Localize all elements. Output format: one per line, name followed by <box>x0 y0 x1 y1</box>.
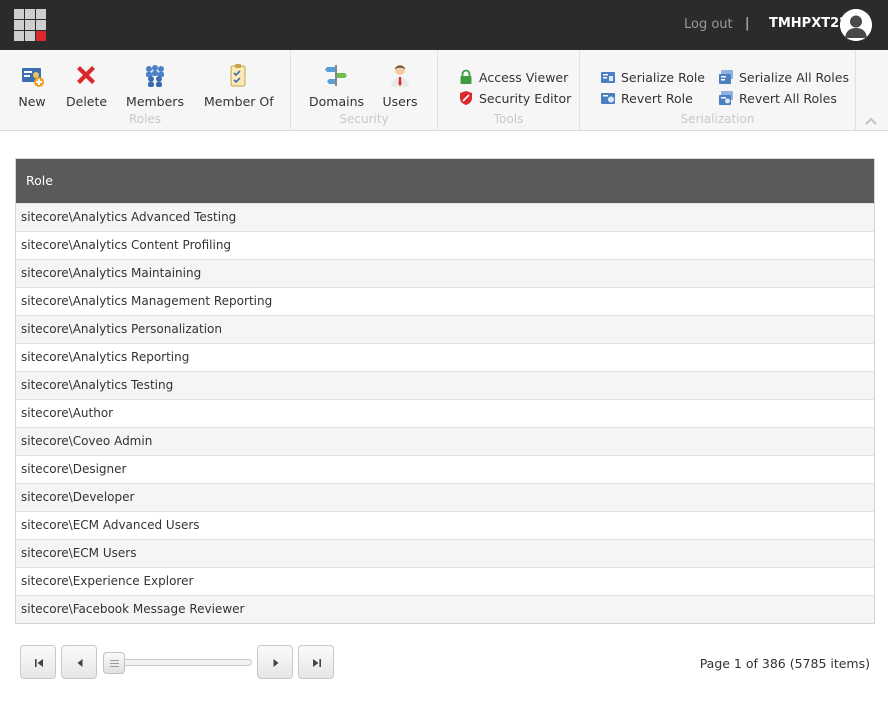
table-row[interactable]: sitecore\Analytics Management Reporting <box>16 287 874 315</box>
avatar-icon[interactable] <box>840 9 872 41</box>
member-of-button[interactable]: Member Of <box>204 62 274 109</box>
page-slider-thumb[interactable] <box>103 652 125 674</box>
member-of-label: Member Of <box>204 94 274 109</box>
revert-all-icon <box>719 91 733 105</box>
launchpad-icon[interactable] <box>14 9 46 41</box>
table-row[interactable]: sitecore\Facebook Message Reviewer <box>16 595 874 623</box>
table-row[interactable]: sitecore\Analytics Reporting <box>16 343 874 371</box>
serialize-icon <box>601 72 615 83</box>
users-icon <box>391 65 409 87</box>
ribbon-group-serialization: Serialize Role Revert Role Serialize All… <box>580 50 856 130</box>
new-label: New <box>18 94 46 109</box>
first-page-icon <box>35 659 43 667</box>
table-row[interactable]: sitecore\Experience Explorer <box>16 567 874 595</box>
security-editor-label: Security Editor <box>479 90 572 106</box>
next-page-icon <box>273 659 279 667</box>
domains-label: Domains <box>309 94 365 109</box>
collapse-chevron-icon[interactable] <box>864 116 878 126</box>
ribbon: New Delete Members Member Of Roles Domai… <box>0 50 888 131</box>
roles-table: Role sitecore\Analytics Advanced Testing… <box>15 158 875 624</box>
users-button[interactable]: Users <box>381 62 419 109</box>
revert-all-roles-label: Revert All Roles <box>739 90 837 106</box>
prev-page-button[interactable] <box>61 645 97 679</box>
top-bar: Log out | TMHPXT22 <box>0 0 888 50</box>
serialize-role-label: Serialize Role <box>621 69 706 85</box>
table-row[interactable]: sitecore\Analytics Maintaining <box>16 259 874 287</box>
serialize-all-icon <box>719 70 733 84</box>
table-row[interactable]: sitecore\ECM Advanced Users <box>16 511 874 539</box>
table-row[interactable]: sitecore\Developer <box>16 483 874 511</box>
table-row[interactable]: sitecore\Analytics Advanced Testing <box>16 203 874 231</box>
revert-all-roles-button[interactable]: Revert All Roles <box>718 89 837 107</box>
new-button[interactable]: New <box>14 62 50 109</box>
ribbon-group-tools: Access Viewer Security Editor Tools <box>438 50 580 130</box>
prev-page-icon <box>77 659 83 667</box>
table-body: sitecore\Analytics Advanced Testing site… <box>16 203 874 623</box>
column-header-role[interactable]: Role <box>16 159 874 203</box>
members-label: Members <box>126 94 184 109</box>
logout-link[interactable]: Log out <box>684 17 733 32</box>
delete-label: Delete <box>66 94 108 109</box>
serialize-all-roles-button[interactable]: Serialize All Roles <box>718 68 849 86</box>
table-row[interactable]: sitecore\Coveo Admin <box>16 427 874 455</box>
page-info: Page 1 of 386 (5785 items) <box>699 656 870 671</box>
next-page-button[interactable] <box>257 645 293 679</box>
ribbon-group-roles: New Delete Members Member Of Roles <box>0 50 291 130</box>
table-row[interactable]: sitecore\Analytics Personalization <box>16 315 874 343</box>
username[interactable]: TMHPXT22 <box>769 16 848 31</box>
table-row[interactable]: sitecore\Designer <box>16 455 874 483</box>
separator: | <box>745 16 750 31</box>
member-of-icon <box>230 64 246 87</box>
revert-role-label: Revert Role <box>621 90 693 106</box>
roles-group-label: Roles <box>128 112 162 126</box>
delete-button[interactable]: Delete <box>66 62 108 109</box>
access-viewer-button[interactable]: Access Viewer <box>458 68 568 86</box>
new-role-icon <box>22 68 44 87</box>
last-page-icon <box>313 659 321 667</box>
revert-icon <box>601 93 615 104</box>
serialization-group-label: Serialization <box>680 112 755 126</box>
serialize-role-button[interactable]: Serialize Role <box>600 68 705 86</box>
shield-icon <box>460 91 472 105</box>
table-row[interactable]: sitecore\Analytics Content Profiling <box>16 231 874 259</box>
tools-group-label: Tools <box>493 112 524 126</box>
access-viewer-label: Access Viewer <box>479 69 569 85</box>
delete-icon <box>77 66 95 84</box>
first-page-button[interactable] <box>20 645 56 679</box>
serialize-all-roles-label: Serialize All Roles <box>739 69 849 85</box>
table-row[interactable]: sitecore\Analytics Testing <box>16 371 874 399</box>
last-page-button[interactable] <box>298 645 334 679</box>
security-editor-button[interactable]: Security Editor <box>458 89 571 107</box>
members-button[interactable]: Members <box>126 62 184 109</box>
domains-button[interactable]: Domains <box>309 62 365 109</box>
ribbon-group-security: Domains Users Security <box>291 50 438 130</box>
table-row[interactable]: sitecore\ECM Users <box>16 539 874 567</box>
page-slider-track[interactable] <box>106 659 252 666</box>
revert-role-button[interactable]: Revert Role <box>600 89 693 107</box>
members-icon <box>146 65 164 87</box>
security-group-label: Security <box>339 112 389 126</box>
table-row[interactable]: sitecore\Author <box>16 399 874 427</box>
domains-icon <box>325 65 347 86</box>
users-label: Users <box>382 94 418 109</box>
lock-icon <box>460 69 472 84</box>
